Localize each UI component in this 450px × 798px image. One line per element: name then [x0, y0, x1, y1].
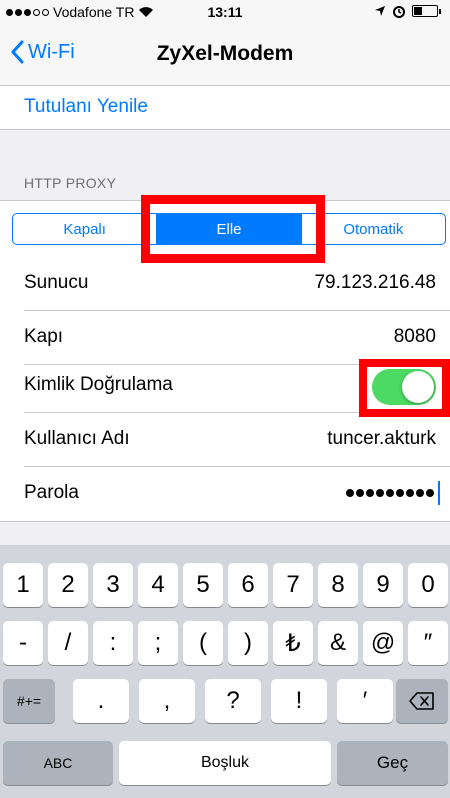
- key-abc[interactable]: ABC: [3, 741, 113, 785]
- page-title: ZyXel-Modem: [156, 42, 294, 65]
- key-2[interactable]: 2: [48, 563, 88, 607]
- key-semicolon[interactable]: ;: [138, 621, 178, 665]
- server-row[interactable]: Sunucu 79.123.216.48: [24, 257, 450, 311]
- location-arrow-icon: [375, 6, 385, 16]
- key-more-symbols[interactable]: #+=: [3, 679, 55, 723]
- username-value[interactable]: tuncer.akturk: [327, 428, 436, 450]
- key-9[interactable]: 9: [363, 563, 403, 607]
- key-go[interactable]: Geç: [337, 741, 448, 785]
- authentication-label: Kimlik Doğrulama: [24, 374, 173, 395]
- key-0[interactable]: 0: [408, 563, 448, 607]
- renew-lease-row[interactable]: Tutulanı Yenile: [0, 86, 450, 130]
- highlight-box-manual-segment: [141, 195, 325, 263]
- key-1[interactable]: 1: [3, 563, 43, 607]
- server-label: Sunucu: [24, 272, 89, 293]
- key-apostrophe[interactable]: ′: [337, 679, 393, 723]
- key-question[interactable]: ?: [205, 679, 261, 723]
- port-value[interactable]: 8080: [394, 326, 436, 348]
- renew-lease-button[interactable]: Tutulanı Yenile: [24, 96, 148, 118]
- key-5[interactable]: 5: [183, 563, 223, 607]
- key-8[interactable]: 8: [318, 563, 358, 607]
- key-4[interactable]: 4: [138, 563, 178, 607]
- key-close-paren[interactable]: ): [228, 621, 268, 665]
- key-ampersand[interactable]: &: [318, 621, 358, 665]
- key-quote[interactable]: ″: [408, 621, 448, 665]
- key-period[interactable]: .: [73, 679, 129, 723]
- status-right: [374, 4, 441, 18]
- key-7[interactable]: 7: [273, 563, 313, 607]
- key-at[interactable]: @: [363, 621, 403, 665]
- text-caret: [438, 481, 440, 505]
- password-row[interactable]: Parola: [24, 467, 450, 521]
- key-exclamation[interactable]: !: [271, 679, 327, 723]
- segment-off[interactable]: Kapalı: [13, 214, 158, 244]
- key-3[interactable]: 3: [93, 563, 133, 607]
- key-6[interactable]: 6: [228, 563, 268, 607]
- key-hyphen[interactable]: -: [3, 621, 43, 665]
- highlight-box-auth-toggle: [359, 359, 450, 417]
- key-slash[interactable]: /: [48, 621, 88, 665]
- server-value[interactable]: 79.123.216.48: [314, 272, 436, 294]
- navigation-bar: Wi-Fi ZyXel-Modem: [0, 22, 450, 86]
- key-open-paren[interactable]: (: [183, 621, 223, 665]
- password-field[interactable]: [346, 481, 440, 505]
- key-space[interactable]: Boşluk: [119, 741, 331, 785]
- username-row[interactable]: Kullanıcı Adı tuncer.akturk: [24, 413, 450, 467]
- status-bar: Vodafone TR 13:11: [0, 0, 450, 22]
- port-label: Kapı: [24, 326, 64, 347]
- username-label: Kullanıcı Adı: [24, 428, 130, 449]
- password-label: Parola: [24, 482, 79, 503]
- key-comma[interactable]: ,: [139, 679, 195, 723]
- alarm-icon: [393, 6, 405, 18]
- delete-backspace-icon: [409, 692, 434, 710]
- keyboard: 1 2 3 4 5 6 7 8 9 0 - / : ; ( ) ₺ & @ ″ …: [0, 545, 450, 798]
- port-row[interactable]: Kapı 8080: [24, 311, 450, 365]
- key-lira[interactable]: ₺: [273, 621, 313, 665]
- battery-icon: [412, 5, 441, 17]
- key-colon[interactable]: :: [93, 621, 133, 665]
- section-header-http-proxy: HTTP PROXY: [24, 175, 117, 191]
- key-delete[interactable]: [396, 679, 448, 723]
